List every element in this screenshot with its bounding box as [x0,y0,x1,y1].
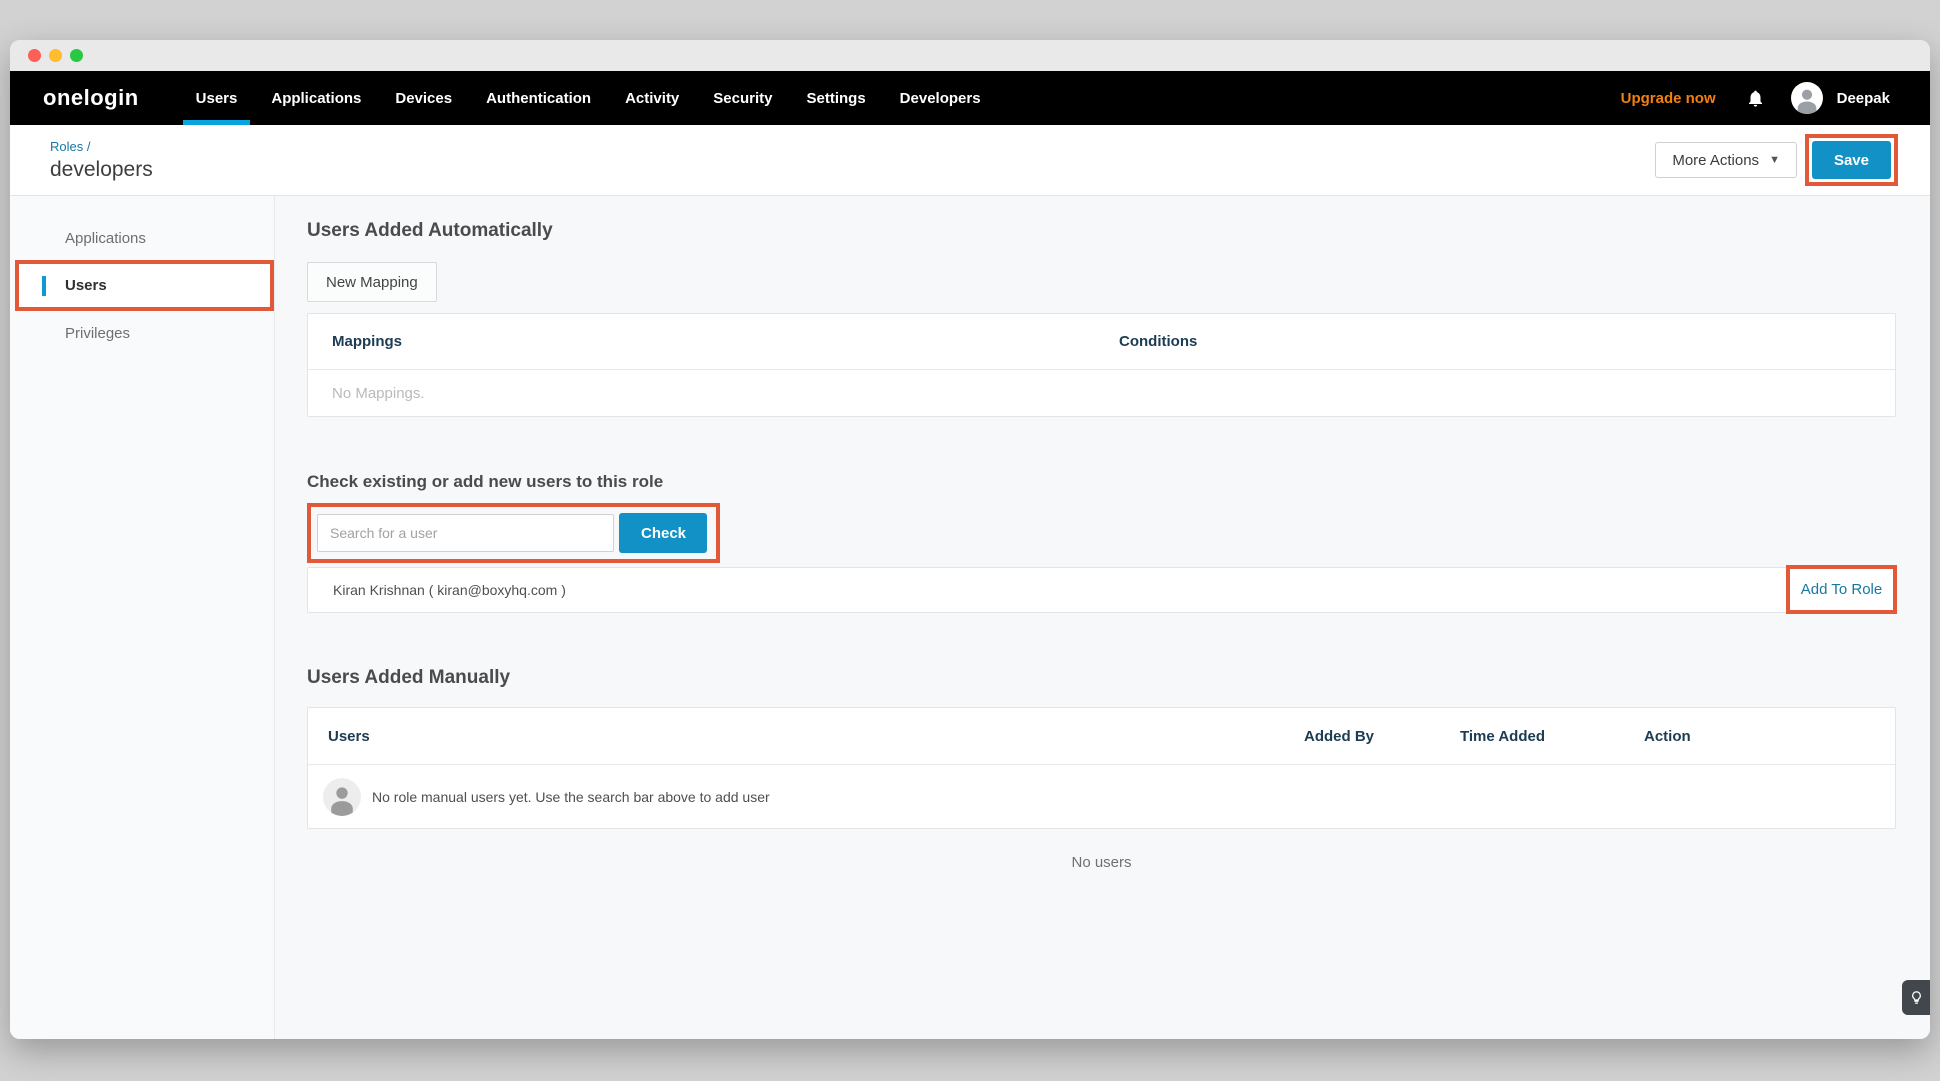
nav-item-users[interactable]: Users [179,71,255,125]
search-user-input[interactable] [317,514,614,552]
help-lightbulb-button[interactable] [1902,980,1930,1015]
onelogin-logo[interactable]: onelogin [10,71,139,125]
breadcrumb[interactable]: Roles / [50,139,153,154]
users-column-header: Users [328,728,1304,745]
users-added-automatically-heading: Users Added Automatically [307,220,1896,242]
time-added-column-header: Time Added [1460,728,1644,745]
more-actions-button[interactable]: More Actions ▼ [1655,142,1797,178]
sidebar-item-users[interactable]: Users [19,264,270,308]
users-added-manually-heading: Users Added Manually [307,667,1896,689]
user-avatar-icon[interactable] [1791,82,1823,114]
nav-item-security[interactable]: Security [696,71,789,125]
result-user-label: Kiran Krishnan ( kiran@boxyhq.com ) [333,582,566,598]
nav-item-developers[interactable]: Developers [883,71,998,125]
page-header: Roles / developers More Actions ▼ Save [10,125,1930,196]
more-actions-label: More Actions [1672,152,1759,169]
role-sidebar: Applications Users Privileges [10,196,275,1039]
users-annotation-box: Users [15,260,274,311]
page-header-left: Roles / developers [50,139,153,182]
main-navigation: Users Applications Devices Authenticatio… [179,71,998,125]
action-column-header: Action [1644,728,1871,745]
nav-item-applications[interactable]: Applications [254,71,378,125]
user-result-row: Kiran Krishnan ( kiran@boxyhq.com ) Add … [307,567,1896,613]
user-name[interactable]: Deepak [1837,90,1890,107]
save-button[interactable]: Save [1812,141,1891,179]
nav-item-authentication[interactable]: Authentication [469,71,608,125]
save-annotation-box: Save [1805,134,1898,186]
manual-table-header: Users Added By Time Added Action [308,708,1895,765]
sidebar-item-users-label: Users [65,277,107,294]
mappings-column-header: Mappings [332,333,1119,350]
add-to-role-link[interactable]: Add To Role [1801,581,1882,598]
sidebar-item-privileges[interactable]: Privileges [10,311,274,355]
mappings-table-header: Mappings Conditions [308,314,1895,370]
no-users-text: No users [307,854,1896,871]
lightbulb-icon [1909,990,1924,1005]
sidebar-item-applications[interactable]: Applications [10,216,274,260]
check-button[interactable]: Check [619,513,707,553]
active-item-bar [42,276,46,296]
content-body: Applications Users Privileges Users Adde… [10,196,1930,1039]
top-navbar: onelogin Users Applications Devices Auth… [10,71,1930,125]
caret-down-icon: ▼ [1769,154,1780,166]
notifications-bell-icon[interactable] [1746,89,1765,108]
manual-empty-row: No role manual users yet. Use the search… [308,765,1895,828]
browser-window: onelogin Users Applications Devices Auth… [10,40,1930,1039]
add-to-role-annotation-box: Add To Role [1786,565,1897,614]
manual-empty-text: No role manual users yet. Use the search… [372,789,770,805]
no-mappings-row: No Mappings. [308,370,1895,416]
check-users-heading: Check existing or add new users to this … [307,472,1896,492]
header-actions: More Actions ▼ Save [1655,134,1898,186]
close-window-button[interactable] [28,49,41,62]
window-titlebar [10,40,1930,71]
navbar-right: Upgrade now Deepak [1621,71,1930,125]
minimize-window-button[interactable] [49,49,62,62]
mappings-table: Mappings Conditions No Mappings. [307,313,1896,417]
nav-item-devices[interactable]: Devices [378,71,469,125]
conditions-column-header: Conditions [1119,333,1871,350]
maximize-window-button[interactable] [70,49,83,62]
person-placeholder-icon [323,778,361,816]
upgrade-now-link[interactable]: Upgrade now [1621,90,1716,107]
main-panel: Users Added Automatically New Mapping Ma… [275,196,1930,1039]
new-mapping-button[interactable]: New Mapping [307,262,437,302]
page-title: developers [50,158,153,182]
search-annotation-box: Check [307,503,720,563]
added-by-column-header: Added By [1304,728,1460,745]
nav-item-settings[interactable]: Settings [789,71,882,125]
manual-users-table: Users Added By Time Added Action No role… [307,707,1896,829]
nav-item-activity[interactable]: Activity [608,71,696,125]
